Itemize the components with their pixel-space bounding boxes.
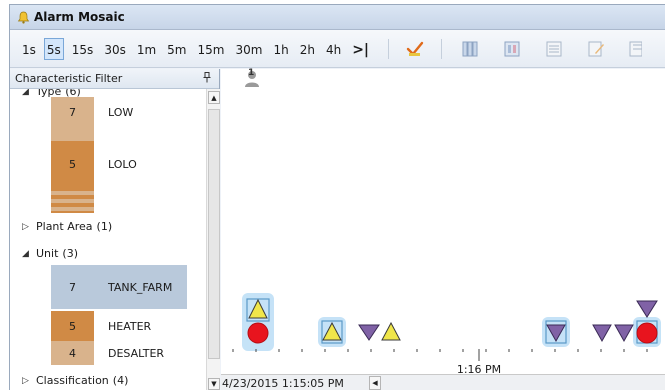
- expanded-triangle-icon[interactable]: ◢: [22, 89, 36, 97]
- acknowledge-icon[interactable]: [405, 39, 425, 59]
- panel-header: Characteristic Filter: [10, 69, 219, 89]
- count-swatch: 5: [51, 311, 94, 341]
- layout-icon[interactable]: [628, 39, 648, 59]
- alarm-high-marker[interactable]: [592, 324, 612, 343]
- toolbar-separator: [441, 38, 443, 59]
- title-bar: Alarm Mosaic: [10, 5, 665, 30]
- interval-1h[interactable]: 1h: [270, 38, 291, 60]
- tree-node-plant-area[interactable]: ▷ Plant Area (1): [22, 220, 112, 233]
- alarm-mosaic-canvas[interactable]: 1 1:16 PM: [221, 68, 665, 374]
- scroll-up-icon[interactable]: ▲: [208, 91, 220, 104]
- count-swatch: 5: [51, 141, 94, 187]
- filter-row-low[interactable]: 7 LOW: [51, 97, 133, 127]
- panel-title: Characteristic Filter: [15, 72, 123, 85]
- alarm-high-marker[interactable]: [614, 324, 634, 343]
- filter-row-label: LOW: [108, 105, 134, 119]
- scroll-left-icon[interactable]: ◀: [369, 376, 381, 390]
- interval-5m[interactable]: 5m: [164, 38, 189, 60]
- swatch-band: [51, 187, 94, 213]
- collapsed-triangle-icon[interactable]: ▷: [22, 222, 36, 232]
- interval-2h[interactable]: 2h: [297, 38, 318, 60]
- bell-icon: [17, 11, 30, 24]
- list-icon[interactable]: [544, 39, 564, 59]
- filter-row-label: LOLO: [108, 157, 137, 171]
- collapsed-triangle-icon[interactable]: ▷: [22, 376, 36, 386]
- swatch-band: [51, 127, 94, 141]
- interval-1s[interactable]: 1s: [19, 38, 39, 60]
- filter-row-tank-farm[interactable]: 7 TANK_FARM: [51, 265, 187, 309]
- start-timestamp: 4/23/2015 1:15:05 PM: [222, 376, 344, 390]
- filter-row-label: HEATER: [108, 319, 152, 333]
- filter-row-label: DESALTER: [108, 346, 165, 360]
- window-title: Alarm Mosaic: [34, 10, 125, 24]
- interval-30m[interactable]: 30m: [232, 38, 265, 60]
- edit-icon[interactable]: [586, 39, 606, 59]
- interval-15s[interactable]: 15s: [69, 38, 97, 60]
- alarm-mosaic-window: Alarm Mosaic 1s 5s 15s 30s 1m 5m 15m 30m…: [9, 4, 665, 390]
- characteristic-filter-panel: Characteristic Filter ◢ Type (6) 7 LOW 5…: [10, 69, 220, 390]
- filter-row-low-ext: [51, 127, 94, 141]
- grid-icon[interactable]: [502, 39, 522, 59]
- filter-tree: ◢ Type (6) 7 LOW 5 LOLO ▷ Plant Area (1)…: [10, 89, 206, 390]
- alarm-lolo-marker[interactable]: [636, 322, 658, 344]
- alarm-high-marker[interactable]: [358, 324, 380, 341]
- alarm-high-marker[interactable]: [636, 300, 658, 318]
- horizontal-scrollbar[interactable]: 4/23/2015 1:15:05 PM ◀: [221, 374, 665, 390]
- interval-30s[interactable]: 30s: [101, 38, 129, 60]
- alarm-low-marker[interactable]: [381, 321, 401, 341]
- tree-node-classification[interactable]: ▷ Classification (4): [22, 374, 128, 387]
- time-axis-label: 1:16 PM: [457, 363, 501, 374]
- scroll-thumb[interactable]: [208, 109, 220, 359]
- time-axis-ticks: [232, 349, 648, 352]
- mosaic-plot: 1:16 PM: [232, 293, 661, 374]
- filter-row-desalter[interactable]: 4 DESALTER: [51, 341, 164, 365]
- columns-icon[interactable]: [460, 39, 480, 59]
- interval-1m[interactable]: 1m: [134, 38, 159, 60]
- selection-box: [246, 298, 658, 344]
- count-swatch: 7: [69, 280, 76, 294]
- vertical-scrollbar[interactable]: ▲ ▼: [206, 89, 220, 390]
- count-swatch: 7: [51, 97, 94, 127]
- filter-row-label: TANK_FARM: [108, 280, 173, 294]
- alarm-lolo-marker[interactable]: [247, 322, 269, 344]
- interval-15m[interactable]: 15m: [195, 38, 228, 60]
- toolbar-separator: [388, 38, 390, 59]
- filter-row-lolo[interactable]: 5 LOLO: [51, 141, 137, 187]
- glow-highlight: [242, 293, 661, 351]
- scroll-down-icon[interactable]: ▼: [208, 378, 220, 390]
- pin-icon[interactable]: [203, 72, 211, 86]
- jump-to-end-button[interactable]: >|: [349, 38, 372, 60]
- filter-row-more: [51, 187, 94, 213]
- filter-row-heater[interactable]: 5 HEATER: [51, 311, 151, 341]
- expanded-triangle-icon[interactable]: ◢: [22, 249, 36, 259]
- tree-node-unit[interactable]: ◢ Unit (3): [22, 247, 78, 260]
- toolbar: 1s 5s 15s 30s 1m 5m 15m 30m 1h 2h 4h >|: [10, 30, 665, 68]
- count-swatch: 4: [51, 341, 94, 365]
- interval-4h[interactable]: 4h: [323, 38, 344, 60]
- interval-5s[interactable]: 5s: [43, 37, 64, 60]
